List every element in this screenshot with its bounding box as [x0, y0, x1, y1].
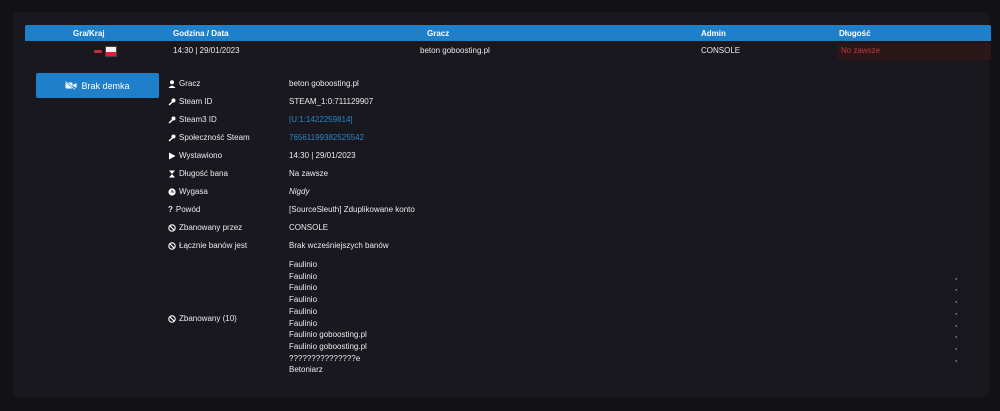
list-item: Faulinio [289, 306, 318, 316]
detail-banned-count-label: Zbanowany (10) [168, 314, 237, 323]
detail-expires-label: Wygasa [168, 187, 208, 196]
row-time-date: 14:30 | 29/01/2023 [173, 46, 240, 55]
separator: , [955, 283, 958, 293]
list-item: Betoniarz [289, 365, 323, 375]
detail-player-label: Gracz [168, 79, 200, 88]
list-item: Faulinio goboosting.pl [289, 330, 367, 340]
separator: , [955, 353, 958, 363]
game-country-cell [94, 46, 117, 57]
header-length: Długość [839, 29, 871, 38]
clock-icon [168, 187, 176, 196]
steam-icon [168, 134, 176, 142]
poland-flag-icon [105, 46, 117, 57]
detail-bannedby-label: Zbanowany przez [168, 223, 242, 232]
table-row[interactable]: 14:30 | 29/01/2023 beton goboosting.pl C… [25, 43, 991, 60]
separator: , [955, 271, 958, 281]
no-demo-button[interactable]: Brak demka [36, 73, 159, 98]
separator: , [955, 330, 958, 340]
detail-steamid-label: Steam ID [168, 97, 212, 106]
hourglass-icon [169, 170, 175, 177]
detail-totalbans-value: Brak wcześniejszych banów [289, 241, 389, 250]
header-player: Gracz [427, 29, 450, 38]
ban-icon [168, 223, 176, 232]
row-length: No zawsze [841, 46, 881, 55]
detail-community-link[interactable]: 76561199382525542 [289, 133, 364, 142]
row-admin: CONSOLE [701, 46, 741, 55]
game-icon [94, 50, 102, 53]
detail-community-label: Społeczność Steam [168, 133, 250, 142]
detail-steam3-link[interactable]: [U:1:1422259814] [289, 115, 353, 124]
user-icon [168, 79, 176, 88]
detail-totalbans-label: Łącznie banów jest [168, 241, 247, 250]
banned-names-list: Faulinio Faulinio Faulinio Faulinio Faul… [289, 259, 367, 376]
detail-issued-value: 14:30 | 29/01/2023 [289, 151, 356, 160]
ban-details-panel: Gra/Kraj Godzina / Data Gracz Admin Dług… [13, 12, 991, 397]
no-demo-label: Brak demka [81, 80, 130, 91]
detail-player-value: beton goboosting.pl [289, 79, 359, 88]
separator: , [955, 295, 958, 305]
detail-bannedby-value: CONSOLE [289, 223, 329, 232]
separator: , [955, 306, 958, 316]
detail-steamid-value: STEAM_1:0:711129907 [289, 97, 374, 106]
list-item: ???????????????e [289, 353, 361, 363]
list-item: Faulinio [289, 295, 318, 305]
video-off-icon [65, 81, 77, 90]
play-icon [169, 152, 176, 159]
row-length-cell: No zawsze [837, 43, 991, 60]
banned-separators: , , , , , , , , [955, 259, 957, 364]
list-item: Faulinio [289, 283, 318, 293]
detail-steam3-label: Steam3 ID [168, 115, 217, 124]
header-admin: Admin [701, 29, 726, 38]
ban-icon [168, 314, 176, 323]
list-item: Faulinio goboosting.pl [289, 341, 367, 351]
separator: , [955, 318, 958, 328]
separator: , [955, 341, 958, 351]
table-header: Gra/Kraj Godzina / Data Gracz Admin Dług… [25, 25, 991, 41]
detail-issued-label: Wystawiono [168, 151, 222, 160]
detail-reason-value: [SourceSleuth] Zduplikowane konto [289, 205, 415, 214]
detail-length-value: Na zawsze [289, 169, 329, 178]
header-time-date: Godzina / Data [173, 29, 229, 38]
list-item: Faulinio [289, 318, 318, 328]
header-game-country: Gra/Kraj [73, 29, 105, 38]
detail-expires-value: Nigdy [289, 187, 310, 196]
detail-reason-label: ? Powód [168, 205, 201, 214]
list-item: Faulinio [289, 271, 318, 281]
question-icon: ? [168, 205, 173, 214]
steam-icon [168, 98, 176, 106]
steam-icon [168, 116, 176, 124]
detail-length-label: Długość bana [168, 169, 228, 178]
ban-icon [168, 241, 176, 250]
row-player: beton goboosting.pl [420, 46, 490, 55]
list-item: Faulinio [289, 260, 318, 269]
